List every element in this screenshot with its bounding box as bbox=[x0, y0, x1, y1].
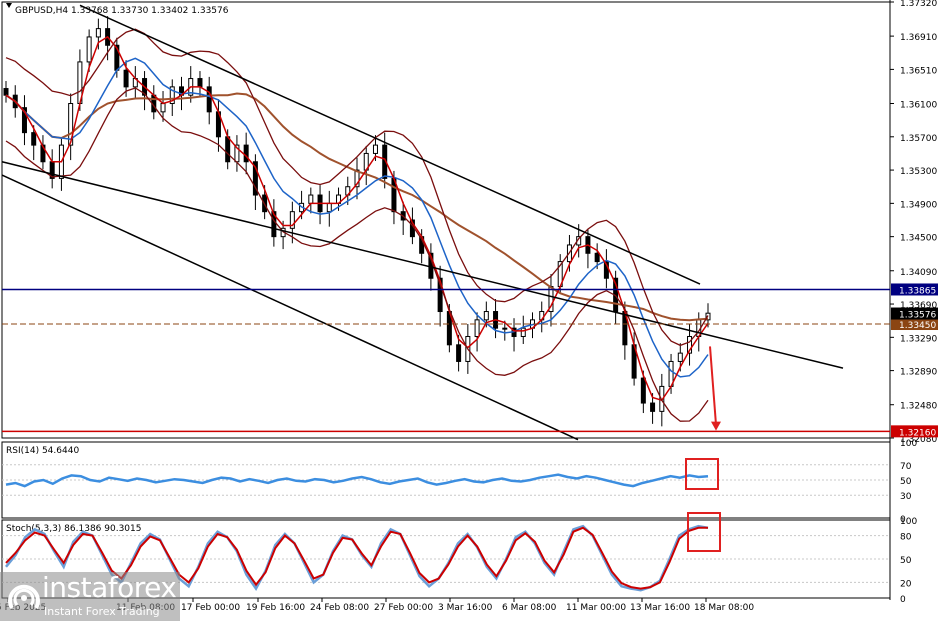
watermark-brand: instaforex bbox=[42, 571, 177, 604]
price-tick-label: 1.36910 bbox=[900, 33, 937, 43]
candle-body bbox=[640, 377, 646, 404]
candle-body bbox=[474, 319, 480, 337]
price-tick-label: 1.32890 bbox=[900, 368, 937, 378]
candle-body bbox=[243, 144, 249, 163]
candle-body bbox=[372, 144, 378, 154]
price-tick-label: 1.33290 bbox=[900, 334, 937, 344]
price-tick-label: 1.36510 bbox=[900, 66, 937, 76]
instaforex-watermark: instaforex Instant Forex Trading bbox=[2, 571, 188, 620]
time-tick-label: 11 Mar 00:00 bbox=[566, 603, 626, 613]
time-tick-label: 17 Feb 00:00 bbox=[181, 603, 240, 613]
time-tick-label: 3 Mar 16:00 bbox=[438, 603, 493, 613]
stoch-tick-label: 80 bbox=[900, 533, 912, 543]
candle-body bbox=[326, 202, 332, 213]
candle-body bbox=[31, 132, 37, 146]
instaforex-logo-icon bbox=[8, 584, 40, 610]
candle-body bbox=[520, 327, 526, 337]
candle-body bbox=[206, 86, 212, 113]
price-tick-label: 1.34500 bbox=[900, 234, 937, 244]
candle-body bbox=[502, 327, 508, 330]
rsi-tick-label: 50 bbox=[900, 477, 912, 487]
candle-body bbox=[123, 69, 129, 88]
price-tick-label: 1.34090 bbox=[900, 268, 937, 278]
candle-body bbox=[483, 311, 489, 321]
rsi-panel: 1007050300RSI(14) 54.6440 bbox=[1, 439, 917, 525]
price-tick-label: 1.35700 bbox=[900, 134, 937, 144]
candle-body bbox=[86, 36, 92, 63]
candle-body bbox=[456, 344, 462, 362]
current-price-label: 1.33576 bbox=[899, 311, 936, 321]
price-tick-label: 1.32480 bbox=[900, 402, 937, 412]
candle-body bbox=[650, 402, 656, 412]
chart-title: GBPUSD,H4 1.33768 1.33730 1.33402 1.3357… bbox=[15, 6, 229, 16]
candle-body bbox=[308, 194, 314, 204]
candle-body bbox=[225, 136, 231, 163]
price-tick-label: 1.35300 bbox=[900, 167, 937, 177]
trading-chart: 1.37320 1.36910 1.36510 1.36100 1.35700 1.353… bbox=[0, 0, 938, 621]
time-tick-label: 6 Mar 08:00 bbox=[502, 603, 557, 613]
price-tick-label: 1.36100 bbox=[900, 101, 937, 111]
rsi-tick-label: 70 bbox=[900, 462, 912, 472]
candle-body bbox=[95, 28, 101, 38]
rsi-title: RSI(14) 54.6440 bbox=[6, 446, 79, 456]
stoch-tick-label: 100 bbox=[900, 517, 917, 527]
candle-body bbox=[677, 352, 683, 362]
candle-body bbox=[594, 252, 600, 263]
time-tick-label: 18 Mar 08:00 bbox=[694, 603, 754, 613]
time-tick-label: 13 Mar 16:00 bbox=[630, 603, 690, 613]
candle-body bbox=[3, 88, 9, 96]
time-tick-label: 19 Feb 16:00 bbox=[246, 603, 305, 613]
stoch-tick-label: 50 bbox=[900, 556, 912, 566]
rsi-tick-label: 100 bbox=[900, 439, 917, 449]
support-level-label: 1.32160 bbox=[899, 428, 936, 438]
candle-body bbox=[160, 103, 166, 113]
stoch-title: Stoch(5,3,3) 86.1386 90.3015 bbox=[6, 524, 141, 534]
price-tick-label: 1.37320 bbox=[900, 0, 937, 9]
watermark-tagline: Instant Forex Trading bbox=[44, 605, 160, 618]
resistance-level-label: 1.33450 bbox=[899, 321, 936, 331]
stoch-tick-label: 20 bbox=[900, 579, 912, 589]
candle-body bbox=[197, 78, 203, 88]
time-tick-label: 24 Feb 08:00 bbox=[310, 603, 369, 613]
time-tick-label: 27 Feb 00:00 bbox=[374, 603, 433, 613]
rsi-tick-label: 30 bbox=[900, 492, 912, 502]
price-level-label: 1.33865 bbox=[899, 286, 936, 296]
price-tick-label: 1.34900 bbox=[900, 200, 937, 210]
stoch-tick-label: 0 bbox=[900, 595, 906, 605]
